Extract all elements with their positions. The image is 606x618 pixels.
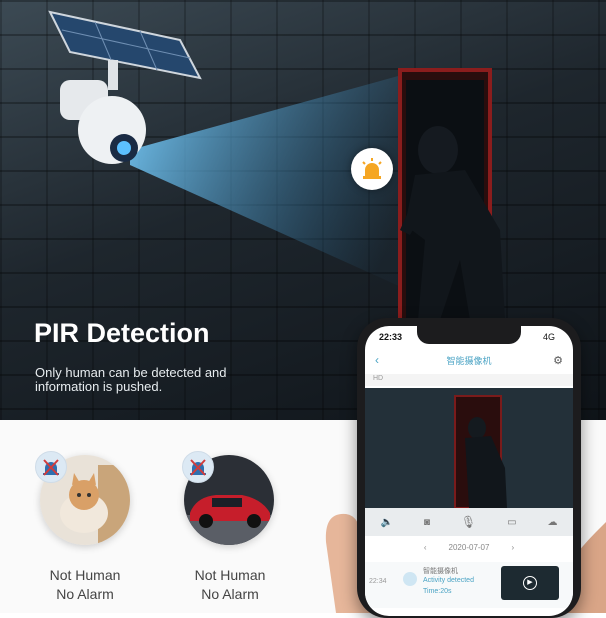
play-icon[interactable]: ▶ [523, 576, 537, 590]
back-icon[interactable]: ‹ [375, 353, 379, 367]
event-list-item[interactable]: 22:34 智能摄像机 Activity detected Time:20s ▶ [365, 562, 573, 608]
live-video-feed[interactable] [365, 388, 573, 508]
event-thumbnail[interactable]: ▶ [501, 566, 559, 600]
event-duration: Time:20s [423, 588, 452, 595]
feature-subtitle: Only human can be detected and informati… [35, 365, 227, 394]
prev-date-icon[interactable]: ‹ [424, 543, 427, 552]
status-time: 22:33 [379, 332, 403, 342]
app-bar: ‹ 智能摄像机 ⚙ [365, 348, 573, 372]
card-label-cat: Not Human No Alarm [49, 567, 121, 602]
current-date: 2020-07-07 [448, 542, 490, 552]
video-controls: 🔈 ◙ 🎙 ▭ ☁ [365, 508, 573, 536]
phone-screen: 22:33 4G ‹ 智能摄像机 ⚙ HD 🔈 ◙ 🎙 ▭ ☁ ‹ 2020-0… [365, 326, 573, 616]
event-description: Activity detected [423, 577, 474, 584]
event-time: 22:34 [369, 578, 387, 585]
event-camera-icon [403, 572, 417, 586]
microphone-icon[interactable]: 🎙 [461, 515, 476, 529]
feature-title: PIR Detection [34, 318, 210, 348]
app-title: 智能摄像机 [446, 355, 492, 366]
event-camera-name: 智能摄像机 [423, 568, 458, 575]
alarm-siren-icon [351, 148, 393, 190]
record-icon[interactable]: ▭ [507, 517, 516, 528]
stream-info-bar: HD [365, 374, 573, 386]
card-label-car: Not Human No Alarm [194, 567, 266, 602]
speaker-icon[interactable]: 🔈 [380, 517, 392, 528]
next-date-icon[interactable]: › [511, 543, 514, 552]
settings-gear-icon[interactable]: ⚙ [553, 354, 563, 367]
quality-toggle[interactable]: HD [373, 375, 383, 382]
no-alarm-icon [182, 451, 214, 483]
smartphone: 22:33 4G ‹ 智能摄像机 ⚙ HD 🔈 ◙ 🎙 ▭ ☁ ‹ 2020-0… [357, 318, 581, 618]
cloud-icon[interactable]: ☁ [547, 517, 557, 528]
video-frame [365, 388, 573, 508]
status-network: 4G [542, 332, 555, 342]
date-selector: ‹ 2020-07-07 › [365, 539, 573, 555]
snapshot-icon[interactable]: ◙ [424, 517, 430, 528]
phone-notch [417, 326, 521, 344]
no-alarm-icon [35, 451, 67, 483]
